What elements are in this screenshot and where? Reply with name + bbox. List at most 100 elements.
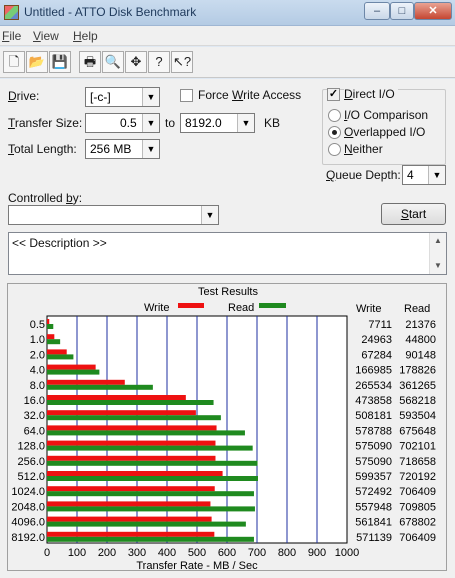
drive-select[interactable]: [-c-] ▼ <box>85 87 160 107</box>
controlled-by-select[interactable]: ▼ <box>8 205 219 225</box>
legend-write-label: Write <box>144 302 169 314</box>
read-bar <box>47 521 246 527</box>
description-text: << Description >> <box>12 236 107 250</box>
neither-radio[interactable] <box>328 143 341 156</box>
drive-value: [-c-] <box>90 90 111 104</box>
queue-depth-value: 4 <box>407 168 414 182</box>
write-column-header: Write <box>356 303 381 315</box>
read-value-cell: 720192 <box>399 471 436 483</box>
total-length-select[interactable]: 256 MB ▼ <box>85 139 160 159</box>
read-value-cell: 675648 <box>399 425 436 437</box>
x-tick-label: 900 <box>308 547 326 559</box>
write-value-cell: 473858 <box>355 395 392 407</box>
controlled-by-label: Controlled by: <box>8 191 83 205</box>
print-icon[interactable]: 🖶 <box>79 51 101 73</box>
write-value-cell: 508181 <box>355 410 392 422</box>
read-value-cell: 678802 <box>399 517 436 529</box>
scroll-up-icon[interactable]: ▲ <box>430 233 446 249</box>
context-help-icon[interactable]: ↖? <box>171 51 193 73</box>
maximize-button[interactable]: □ <box>390 2 414 20</box>
y-tick-label: 4096.0 <box>11 517 45 529</box>
overlapped-io-radio[interactable] <box>328 126 341 139</box>
x-tick-label: 300 <box>128 547 146 559</box>
y-tick-label: 8.0 <box>30 380 45 392</box>
transfer-size-to-value: 8192.0 <box>185 116 222 130</box>
main-panel: Drive: [-c-] ▼ Force Write Access Transf… <box>0 79 455 578</box>
x-tick-label: 400 <box>158 547 176 559</box>
y-tick-label: 2.0 <box>30 349 45 361</box>
read-bar <box>47 476 258 481</box>
chevron-down-icon: ▼ <box>142 88 159 106</box>
read-column-header: Read <box>404 303 430 315</box>
read-bar <box>47 445 253 451</box>
x-tick-label: 700 <box>248 547 266 559</box>
read-value-cell: 361265 <box>399 380 436 392</box>
write-value-cell: 578788 <box>355 425 392 437</box>
test-results-panel: Test Results Write Read Write Read 0 100 200 300… <box>7 283 447 572</box>
y-tick-label: 0.5 <box>30 319 45 331</box>
write-value-cell: 575090 <box>355 441 392 453</box>
chevron-down-icon: ▼ <box>237 114 254 132</box>
open-icon[interactable]: 📂 <box>26 51 48 73</box>
y-tick-label: 128.0 <box>17 441 45 453</box>
y-tick-label: 32.0 <box>24 410 45 422</box>
read-value-cell: 706409 <box>399 532 436 544</box>
move-icon[interactable]: ✥ <box>125 51 147 73</box>
write-bar <box>47 410 196 416</box>
write-value-cell: 572492 <box>355 486 392 498</box>
write-bar <box>47 349 67 355</box>
print-preview-icon[interactable]: 🔍 <box>102 51 124 73</box>
new-icon[interactable]: 🗋 <box>3 51 25 73</box>
results-title: Test Results <box>198 286 258 298</box>
x-tick-label: 200 <box>98 547 116 559</box>
write-bar <box>47 471 223 476</box>
title-bar: Untitled - ATTO Disk Benchmark – □ ✕ <box>0 0 455 26</box>
read-bar <box>47 400 214 405</box>
help-icon[interactable]: ? <box>148 51 170 73</box>
read-value-cell: 706409 <box>399 486 436 498</box>
y-tick-label: 256.0 <box>17 456 45 468</box>
app-icon <box>4 5 19 20</box>
toolbar: 🗋 📂 💾 🖶 🔍 ✥ ? ↖? <box>0 47 455 78</box>
write-bar <box>47 395 186 400</box>
scroll-down-icon[interactable]: ▼ <box>430 258 446 274</box>
force-write-checkbox[interactable] <box>180 89 193 102</box>
window-title: Untitled - ATTO Disk Benchmark <box>24 5 197 19</box>
y-tick-label: 512.0 <box>17 471 45 483</box>
write-bar <box>47 516 212 522</box>
menu-help[interactable]: Help <box>73 29 98 43</box>
y-tick-label: 1024.0 <box>11 486 45 498</box>
write-bar <box>47 379 125 385</box>
transfer-size-to-select[interactable]: 8192.0 ▼ <box>180 113 255 133</box>
transfer-size-from-select[interactable]: 0.5 ▼ <box>85 113 160 133</box>
description-scrollbar[interactable]: ▲ ▼ <box>429 233 446 274</box>
start-button[interactable]: Start <box>381 203 446 225</box>
read-bar <box>47 491 254 497</box>
menu-view[interactable]: View <box>33 29 59 43</box>
chevron-down-icon: ▼ <box>142 114 159 132</box>
read-bar <box>47 460 258 466</box>
legend-read-label: Read <box>228 302 254 314</box>
write-bar <box>47 501 211 507</box>
write-value-cell: 575090 <box>355 456 392 468</box>
write-bar <box>47 425 217 431</box>
read-bar <box>47 354 74 360</box>
save-icon[interactable]: 💾 <box>49 51 71 73</box>
transfer-size-label: Transfer Size: <box>8 116 83 130</box>
close-button[interactable]: ✕ <box>414 2 452 20</box>
read-value-cell: 44800 <box>405 334 436 346</box>
minimize-button[interactable]: – <box>364 2 390 20</box>
x-tick-label: 800 <box>278 547 296 559</box>
force-write-label: Force Write Access <box>198 88 302 102</box>
read-value-cell: 709805 <box>399 501 436 513</box>
read-value-cell: 568218 <box>399 395 436 407</box>
chevron-down-icon: ▼ <box>428 166 445 184</box>
io-comparison-radio[interactable] <box>328 109 341 122</box>
direct-io-checkbox[interactable]: ✓ <box>327 88 340 101</box>
read-bar <box>47 369 100 375</box>
description-textarea[interactable]: << Description >> ▲ ▼ <box>8 232 447 275</box>
write-value-cell: 561841 <box>355 517 392 529</box>
menu-file[interactable]: File <box>2 29 21 43</box>
write-bar <box>47 455 216 461</box>
queue-depth-select[interactable]: 4 ▼ <box>402 165 446 185</box>
